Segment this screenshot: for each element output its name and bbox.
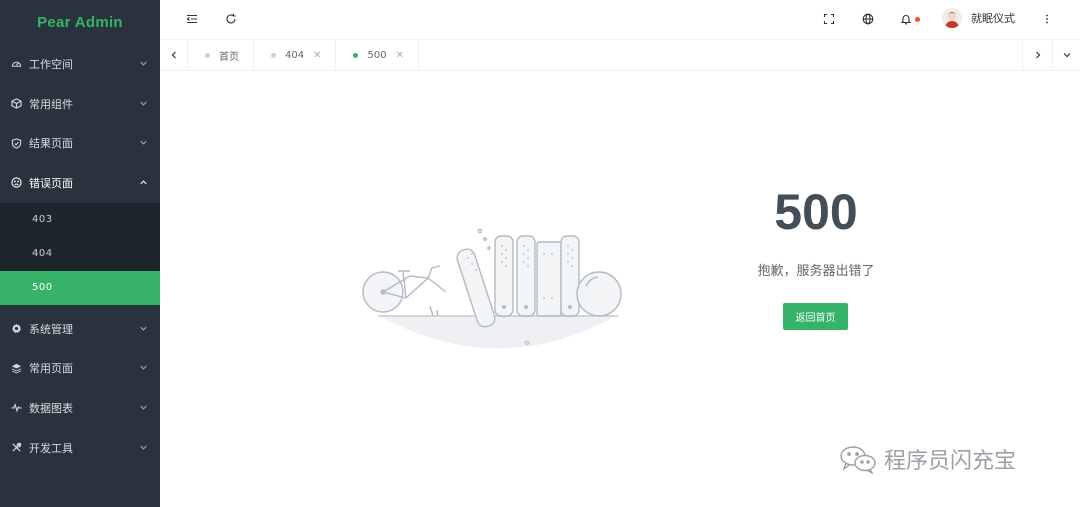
sidebar: Pear Admin 工作空间 常用组件 结果页面 错误页面 403 404 5… xyxy=(0,0,160,507)
tab-home[interactable]: 首页 xyxy=(188,40,254,70)
pulse-icon xyxy=(10,402,22,414)
tab-404[interactable]: 404 ✕ xyxy=(254,40,337,70)
app-logo[interactable]: Pear Admin xyxy=(0,0,160,44)
tab-500[interactable]: 500 ✕ xyxy=(336,40,419,70)
dashboard-icon xyxy=(10,58,22,70)
error-page-content: 500 抱歉，服务器出错了 返回首页 程序员闪充宝 xyxy=(160,71,1080,507)
sidebar-item-results[interactable]: 结果页面 xyxy=(0,123,160,163)
tab-options-dropdown[interactable] xyxy=(1052,40,1080,70)
shield-icon xyxy=(10,137,22,149)
chevron-down-icon xyxy=(140,366,147,370)
close-icon[interactable]: ✕ xyxy=(396,50,404,61)
chevron-down-icon xyxy=(140,101,147,106)
tab-status-dot xyxy=(205,52,210,58)
tools-icon xyxy=(10,442,22,454)
chevron-down-icon xyxy=(140,445,147,450)
watermark: 程序员闪充宝 xyxy=(838,443,1016,475)
tab-label: 404 xyxy=(285,49,305,61)
sad-face-icon xyxy=(10,177,22,189)
fullscreen-icon[interactable] xyxy=(822,12,836,26)
chevron-down-icon xyxy=(140,405,147,410)
tab-label: 首页 xyxy=(219,51,239,63)
submenu-error-pages: 403 404 500 xyxy=(0,202,160,305)
chevron-right-icon xyxy=(1035,51,1040,59)
submenu-item-500[interactable]: 500 xyxy=(0,270,160,305)
chevron-down-icon xyxy=(140,326,147,331)
watermark-text: 程序员闪充宝 xyxy=(884,449,1017,474)
chevron-down-icon xyxy=(140,140,147,145)
sidebar-item-label: 系统管理 xyxy=(29,322,73,336)
sidebar-item-label: 常用组件 xyxy=(29,97,73,111)
sidebar-item-label: 结果页面 xyxy=(29,137,73,151)
tab-status-dot xyxy=(271,52,276,58)
sidebar-item-workspace[interactable]: 工作空间 xyxy=(0,44,160,84)
more-vertical-icon[interactable] xyxy=(1040,12,1054,26)
submenu-item-403[interactable]: 403 xyxy=(0,203,160,237)
layers-icon xyxy=(10,362,22,374)
tab-bar-right-controls xyxy=(1022,40,1080,70)
sidebar-item-components[interactable]: 常用组件 xyxy=(0,84,160,124)
close-icon[interactable]: ✕ xyxy=(313,50,321,61)
sidebar-item-label: 错误页面 xyxy=(29,176,73,190)
error-code: 500 xyxy=(774,184,858,240)
chevron-left-icon xyxy=(171,51,176,59)
sidebar-item-common-pages[interactable]: 常用页面 xyxy=(0,348,160,388)
sidebar-item-label: 常用页面 xyxy=(29,362,73,376)
chevron-down-icon xyxy=(140,61,147,66)
error-illustration xyxy=(362,228,622,349)
sidebar-item-dev-tools[interactable]: 开发工具 xyxy=(0,428,160,468)
submenu-item-404[interactable]: 404 xyxy=(0,237,160,271)
tab-label: 500 xyxy=(367,49,387,61)
sidebar-item-label: 开发工具 xyxy=(29,441,73,455)
top-header: 就眠仪式 xyxy=(160,0,1080,40)
chevron-down-icon xyxy=(1063,53,1070,58)
globe-icon[interactable] xyxy=(861,12,875,26)
user-menu[interactable]: 就眠仪式 xyxy=(942,8,1015,28)
tab-bar: 首页 404 ✕ 500 ✕ xyxy=(160,40,1080,71)
tab-status-dot xyxy=(353,52,359,58)
sidebar-item-label: 数据图表 xyxy=(29,401,73,415)
wechat-icon xyxy=(840,446,876,474)
avatar xyxy=(942,8,962,28)
sidebar-item-system[interactable]: 系统管理 xyxy=(0,309,160,349)
bell-icon[interactable] xyxy=(899,12,913,26)
refresh-icon[interactable] xyxy=(224,12,238,26)
sidebar-item-charts[interactable]: 数据图表 xyxy=(0,388,160,428)
gear-icon xyxy=(10,323,22,335)
sidebar-item-label: 工作空间 xyxy=(29,57,73,71)
error-message: 抱歉，服务器出错了 xyxy=(757,264,875,279)
cube-icon xyxy=(10,98,22,110)
user-name: 就眠仪式 xyxy=(971,12,1015,25)
back-home-button[interactable]: 返回首页 xyxy=(783,303,848,330)
tab-scroll-right-button[interactable] xyxy=(1022,40,1052,70)
chevron-up-icon xyxy=(140,180,147,185)
notification-badge xyxy=(915,17,920,22)
menu-collapse-icon[interactable] xyxy=(185,12,199,26)
sidebar-item-error-pages[interactable]: 错误页面 xyxy=(0,163,160,203)
tab-scroll-left-button[interactable] xyxy=(160,40,188,70)
